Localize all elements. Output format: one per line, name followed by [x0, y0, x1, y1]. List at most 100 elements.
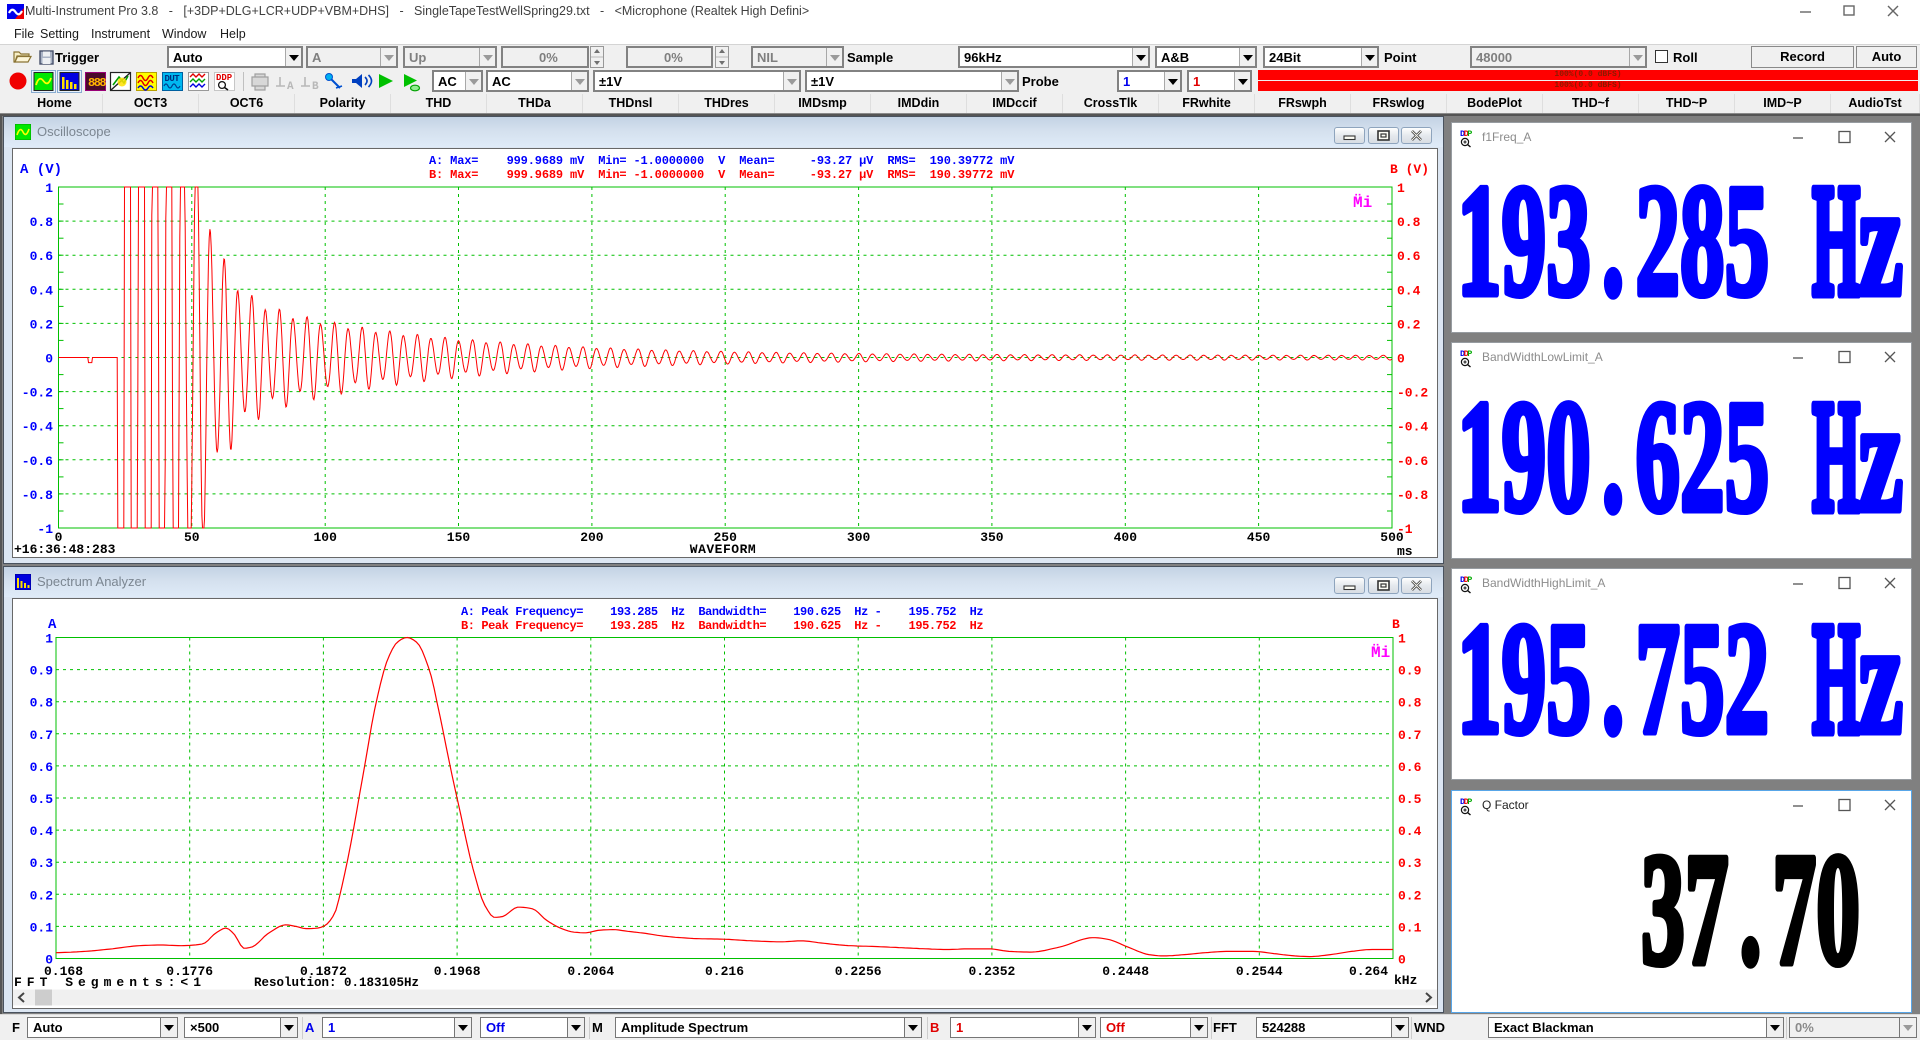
svg-text:-0.4: -0.4 [1397, 420, 1428, 435]
svg-text:1: 1 [1457, 597, 1502, 768]
svg-text:0.2: 0.2 [1398, 888, 1422, 903]
svg-text:0.2: 0.2 [1397, 317, 1421, 332]
svg-text:500: 500 [1380, 530, 1404, 545]
svg-text:6: 6 [1635, 371, 1680, 546]
svg-text:-0.2: -0.2 [1397, 386, 1428, 401]
svg-text:300: 300 [847, 530, 871, 545]
svg-text:FFT Segments:<1: FFT Segments:<1 [14, 975, 206, 990]
svg-text:5: 5 [1725, 371, 1770, 546]
svg-text:H: H [1812, 371, 1860, 546]
svg-text:9: 9 [1502, 597, 1547, 768]
svg-text:+16:36:48:283: +16:36:48:283 [14, 542, 116, 557]
svg-text:0.4: 0.4 [1398, 824, 1422, 839]
svg-text:0.6: 0.6 [30, 760, 54, 775]
svg-text:.: . [1602, 371, 1624, 546]
svg-text:0.2064: 0.2064 [567, 964, 614, 979]
svg-text:WAVEFORM: WAVEFORM [690, 542, 756, 557]
svg-text:H: H [1812, 153, 1860, 330]
svg-text:0.6: 0.6 [1397, 249, 1421, 264]
svg-text:A: A [48, 617, 57, 633]
svg-text:B: Peak Frequency= 193.285: B: Peak Frequency= 193.285 Hz Bandwidth=… [461, 619, 983, 633]
svg-text:9: 9 [1502, 153, 1547, 330]
svg-text:DDP: DDP [1460, 349, 1472, 359]
svg-text:0.4: 0.4 [1397, 283, 1421, 298]
svg-text:1: 1 [1398, 632, 1406, 647]
svg-text:z: z [1858, 371, 1903, 545]
svg-text:-0.4: -0.4 [22, 420, 53, 435]
svg-text:2: 2 [1725, 597, 1770, 768]
svg-text:8: 8 [1680, 153, 1725, 330]
svg-text:50: 50 [184, 530, 200, 545]
svg-text:450: 450 [1247, 530, 1271, 545]
svg-text:2: 2 [1680, 371, 1725, 546]
svg-text:350: 350 [980, 530, 1004, 545]
svg-text:-0.8: -0.8 [1397, 488, 1428, 503]
svg-text:A: A [287, 81, 294, 93]
svg-text:1: 1 [45, 632, 53, 647]
svg-text:1: 1 [1457, 371, 1502, 546]
svg-text:3: 3 [1641, 820, 1685, 997]
svg-text:M̈i: M̈i [1371, 644, 1390, 662]
svg-text:DDP: DDP [216, 73, 233, 83]
svg-text:-0.6: -0.6 [22, 454, 53, 469]
svg-text:0.7: 0.7 [30, 728, 53, 743]
svg-text:0.6: 0.6 [30, 249, 54, 264]
svg-text:0.2544: 0.2544 [1236, 964, 1283, 979]
svg-text:DDP: DDP [1460, 797, 1472, 807]
svg-text:888: 888 [88, 76, 106, 90]
svg-text:0.5: 0.5 [30, 792, 54, 807]
svg-text:0.4: 0.4 [30, 283, 54, 298]
svg-text:Resolution: 0.183105Hz: Resolution: 0.183105Hz [254, 976, 419, 990]
svg-text:M̈i: M̈i [1353, 194, 1372, 212]
svg-text:B: B [1392, 617, 1400, 632]
svg-text:B (V): B (V) [1390, 162, 1429, 177]
svg-text:0.1968: 0.1968 [434, 964, 481, 979]
svg-text:.: . [1740, 820, 1762, 997]
svg-text:7: 7 [1635, 597, 1680, 768]
svg-text:A (V): A (V) [20, 162, 62, 178]
svg-text:0.5: 0.5 [1398, 792, 1422, 807]
svg-text:7: 7 [1772, 820, 1816, 997]
svg-text:0: 0 [45, 352, 53, 367]
svg-text:z: z [1858, 597, 1903, 767]
svg-text:100: 100 [313, 530, 337, 545]
svg-text:0.4: 0.4 [30, 824, 54, 839]
svg-text:0.8: 0.8 [1398, 696, 1422, 711]
svg-text:0.8: 0.8 [1397, 215, 1421, 230]
svg-text:0.1: 0.1 [30, 920, 54, 935]
svg-text:0: 0 [1816, 820, 1860, 997]
svg-text:200: 200 [580, 530, 604, 545]
svg-text:1: 1 [1457, 153, 1502, 330]
svg-text:0.9: 0.9 [30, 664, 54, 679]
svg-text:.: . [1602, 153, 1624, 330]
svg-text:0.2: 0.2 [30, 317, 54, 332]
svg-text:H: H [1812, 597, 1860, 768]
svg-text:0.8: 0.8 [30, 215, 54, 230]
svg-text:0.264: 0.264 [1349, 964, 1388, 979]
svg-text:-0.2: -0.2 [22, 386, 53, 401]
svg-text:0.2: 0.2 [30, 888, 54, 903]
svg-text:0: 0 [1397, 352, 1405, 367]
svg-text:-0.6: -0.6 [1397, 454, 1428, 469]
svg-text:0.3: 0.3 [30, 856, 54, 871]
svg-text:kHz: kHz [1394, 973, 1417, 988]
svg-text:0.216: 0.216 [705, 964, 744, 979]
svg-text:2: 2 [1635, 153, 1680, 330]
svg-text:0.9: 0.9 [1398, 664, 1422, 679]
svg-text:A: Peak Frequency= 193.285: A: Peak Frequency= 193.285 Hz Bandwidth=… [461, 605, 983, 619]
svg-text:0.2352: 0.2352 [968, 964, 1015, 979]
svg-text:DUT: DUT [165, 74, 181, 84]
svg-text:0: 0 [1546, 371, 1591, 546]
svg-text:DDP: DDP [1460, 575, 1472, 585]
svg-text:-0.8: -0.8 [22, 488, 53, 503]
svg-text:3: 3 [1546, 153, 1591, 330]
svg-text:ms: ms [1397, 544, 1413, 557]
svg-text:0.2448: 0.2448 [1102, 964, 1149, 979]
svg-text:-1: -1 [37, 522, 53, 537]
svg-text:0: 0 [1398, 953, 1406, 968]
svg-text:150: 150 [447, 530, 471, 545]
svg-text:9: 9 [1502, 371, 1547, 546]
svg-text:B: Max= 999.9689 mV Min= -: B: Max= 999.9689 mV Min= -1.0000000 V Me… [429, 168, 1015, 182]
svg-text:0.8: 0.8 [30, 696, 54, 711]
svg-text:0.6: 0.6 [1398, 760, 1422, 775]
